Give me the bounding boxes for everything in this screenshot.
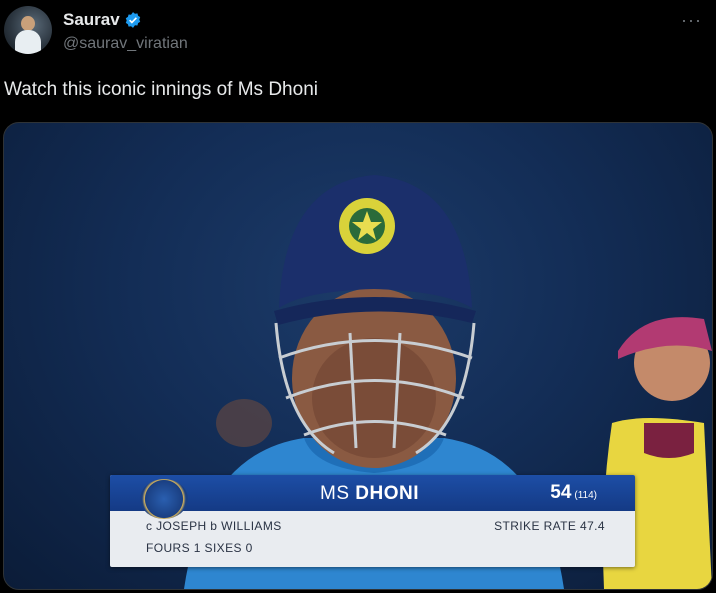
author-display-name[interactable]: Saurav	[63, 10, 120, 30]
more-options-icon[interactable]: ···	[681, 10, 702, 31]
player-runs: 54	[550, 482, 572, 503]
avatar[interactable]	[4, 6, 52, 54]
avatar-body-shape	[15, 30, 41, 54]
player-first-name: MS	[320, 483, 356, 504]
tweet-text: Watch this iconic innings of Ms Dhoni	[4, 79, 318, 100]
dismissal-text: c JOSEPH b WILLIAMS	[146, 519, 282, 533]
player-name: MS DHONI	[320, 483, 419, 505]
author-handle[interactable]: @saurav_viratian	[63, 35, 188, 53]
player-balls: (114)	[574, 490, 597, 501]
score-overlay: MS DHONI 54 (114) c JOSEPH b WILLIAMS STR…	[110, 475, 635, 567]
author-name-row[interactable]: Saurav	[63, 10, 142, 30]
tweet-media-image[interactable]: MS DHONI 54 (114) c JOSEPH b WILLIAMS STR…	[3, 122, 713, 590]
boundaries-text: FOURS 1 SIXES 0	[146, 541, 253, 555]
verified-badge-icon	[125, 12, 140, 28]
avatar-head-shape	[21, 16, 35, 31]
team-crest-icon	[140, 479, 188, 519]
player-last-name: DHONI	[355, 483, 420, 504]
player-score: 54 (114)	[550, 482, 597, 504]
strike-rate-text: STRIKE RATE 47.4	[494, 519, 605, 533]
